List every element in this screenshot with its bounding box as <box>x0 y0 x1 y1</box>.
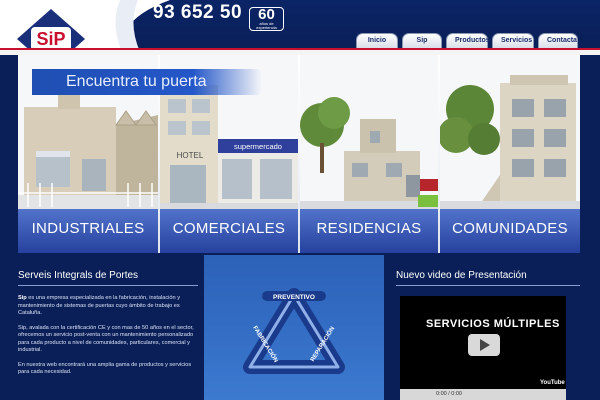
hotel-sign: HOTEL <box>177 151 204 160</box>
video-time: 0:00 / 0:00 <box>436 391 462 397</box>
about-paragraph-1: Sip es una empresa especializada en la f… <box>18 295 198 318</box>
about-paragraph-2: Sip, avalada con la certificación CE y c… <box>18 324 194 354</box>
nav-sip[interactable]: Sip <box>402 33 442 48</box>
years-number: 60 <box>258 6 275 23</box>
banner-title: Encuentra tu puerta <box>32 69 262 95</box>
about-section: Serveis Integrals de Portes Sip es una e… <box>18 270 198 400</box>
video-title: SERVICIOS MÚLTIPLES <box>426 318 560 330</box>
panel-residencias[interactable]: RESIDENCIAS <box>300 55 438 253</box>
play-icon <box>480 339 490 351</box>
youtube-logo[interactable]: YouTube <box>540 380 565 386</box>
nav-contacta[interactable]: Contacta <box>538 33 578 48</box>
supermercado-sign: supermercado <box>234 142 282 151</box>
panel-comunidades[interactable]: COMUNIDADES <box>440 55 580 253</box>
nav-productos[interactable]: Productos <box>446 33 490 48</box>
about-heading: Serveis Integrals de Portes <box>18 270 198 286</box>
years-line2: experiencia <box>256 25 277 30</box>
play-button[interactable] <box>468 334 500 356</box>
nav-inicio[interactable]: Inicio <box>356 33 398 48</box>
video-controls-bar[interactable]: 0:00 / 0:00 <box>400 389 566 400</box>
video-heading: Nuevo video de Presentación <box>396 270 580 286</box>
about-text: Sip es una empresa especializada en la f… <box>18 295 198 377</box>
about-paragraph-1-text: es una empresa especializada en la fabri… <box>18 295 180 316</box>
page: SiP 93 652 50 60 años de experiencia Ini… <box>0 0 600 400</box>
hero-banner: INDUSTRIALES HOTEL supermercado COMERCIA <box>18 55 580 253</box>
service-cycle-diagram: PREVENTIVO FABRICACIÓN REPARACIÓN <box>243 288 345 374</box>
panel-label-industriales[interactable]: INDUSTRIALES <box>18 209 158 253</box>
service-cycle-panel: PREVENTIVO FABRICACIÓN REPARACIÓN <box>204 255 384 400</box>
years-experience-badge: 60 años de experiencia <box>249 7 284 31</box>
about-brand: Sip <box>18 295 27 301</box>
cycle-label-preventivo: PREVENTIVO <box>273 294 315 301</box>
main-nav: Inicio Sip Productos Servicios Contacta <box>356 33 578 48</box>
logo-text: SiP <box>36 29 65 49</box>
panel-label-comerciales[interactable]: COMERCIALES <box>160 209 298 253</box>
phone-number[interactable]: 93 652 50 <box>153 2 242 24</box>
panel-label-residencias[interactable]: RESIDENCIAS <box>300 209 438 253</box>
panel-label-comunidades[interactable]: COMUNIDADES <box>440 209 580 253</box>
about-paragraph-3: En nuestra web encontrará una amplia gam… <box>18 361 192 376</box>
video-section: Nuevo video de Presentación SERVICIOS MÚ… <box>396 270 580 400</box>
nav-servicios[interactable]: Servicios <box>492 33 534 48</box>
video-player[interactable]: SERVICIOS MÚLTIPLES YouTube 0:00 / 0:00 <box>400 296 566 400</box>
